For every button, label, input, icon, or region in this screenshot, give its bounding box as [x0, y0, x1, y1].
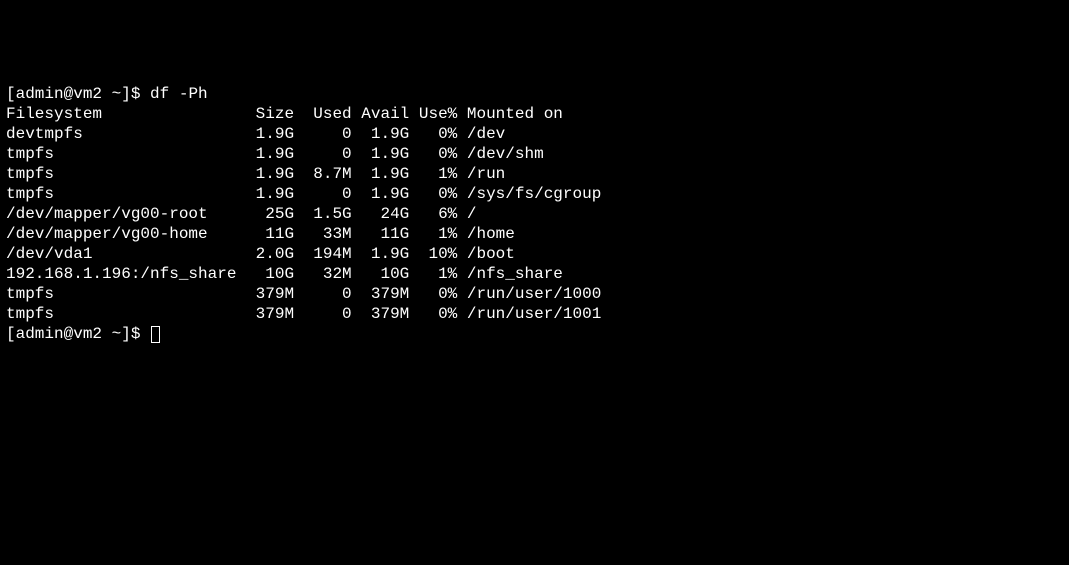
command-text: df -Ph — [150, 85, 208, 103]
shell-prompt: [admin@vm2 ~]$ — [6, 325, 150, 343]
shell-prompt: [admin@vm2 ~]$ — [6, 85, 150, 103]
df-data-rows: devtmpfs 1.9G 0 1.9G 0% /dev tmpfs 1.9G … — [6, 125, 601, 323]
terminal-output: [admin@vm2 ~]$ df -Ph Filesystem Size Us… — [6, 84, 1063, 344]
cursor-icon — [151, 326, 160, 343]
df-header-line: Filesystem Size Used Avail Use% Mounted … — [6, 105, 563, 123]
prompt-line-2[interactable]: [admin@vm2 ~]$ — [6, 325, 160, 343]
prompt-line-1: [admin@vm2 ~]$ df -Ph — [6, 85, 208, 103]
